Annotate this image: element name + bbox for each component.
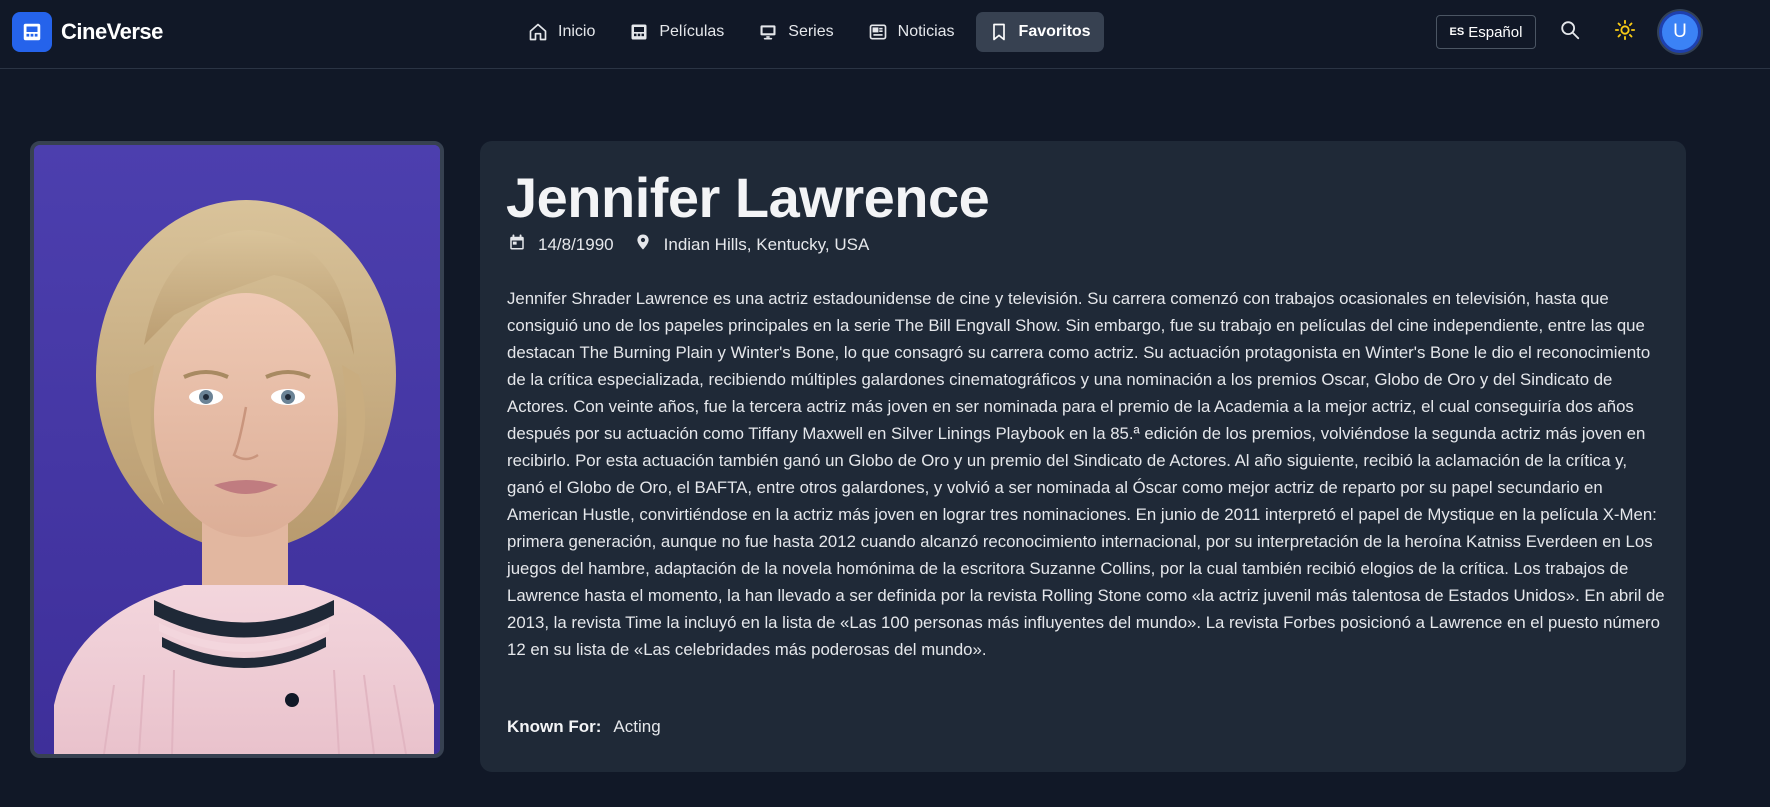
- person-details-card: Jennifer Lawrence 14/8/1990 Indian Hills…: [480, 141, 1686, 772]
- user-initial: U: [1673, 21, 1687, 42]
- known-for: Known For: Acting: [507, 717, 661, 737]
- birthday: 14/8/1990: [508, 233, 614, 256]
- sun-icon: [1614, 19, 1636, 46]
- language-selector[interactable]: ES Español: [1436, 15, 1536, 49]
- nav-item-favoritos[interactable]: Favoritos: [975, 12, 1104, 52]
- nav-item-label: Series: [788, 23, 834, 40]
- nav-item-label: Noticias: [897, 23, 955, 40]
- known-for-value: Acting: [613, 717, 661, 736]
- language-code: ES: [1449, 26, 1465, 38]
- home-icon: [528, 22, 548, 42]
- search-icon: [1559, 19, 1581, 46]
- user-avatar[interactable]: U: [1659, 11, 1701, 53]
- search-button[interactable]: [1556, 18, 1584, 46]
- person-meta: 14/8/1990 Indian Hills, Kentucky, USA: [508, 233, 889, 256]
- nav-item-label: Favoritos: [1018, 23, 1091, 40]
- newspaper-icon: [868, 22, 888, 42]
- film-logo-icon: [12, 12, 52, 52]
- top-navbar: CineVerse Inicio Películas Series Notici…: [0, 0, 1770, 69]
- bookmark-icon: [989, 22, 1009, 42]
- birthplace-text: Indian Hills, Kentucky, USA: [663, 234, 870, 254]
- main-nav: Inicio Películas Series Noticias Favorit…: [515, 12, 1104, 52]
- birthplace: Indian Hills, Kentucky, USA: [634, 233, 870, 256]
- portrait-image: [34, 145, 440, 754]
- biography: Jennifer Shrader Lawrence es una actriz …: [507, 289, 1665, 659]
- known-for-label: Known For:: [507, 717, 602, 736]
- birthday-text: 14/8/1990: [538, 234, 614, 254]
- person-name: Jennifer Lawrence: [506, 166, 990, 229]
- language-label: Español: [1468, 23, 1523, 41]
- location-pin-icon: [634, 233, 652, 256]
- nav-item-series[interactable]: Series: [745, 12, 846, 52]
- app-name: CineVerse: [61, 19, 163, 44]
- nav-item-peliculas[interactable]: Películas: [616, 12, 737, 52]
- calendar-icon: [508, 233, 526, 256]
- theme-toggle-button[interactable]: [1611, 18, 1639, 46]
- nav-item-label: Inicio: [558, 23, 596, 40]
- nav-item-noticias[interactable]: Noticias: [855, 12, 968, 52]
- brand-logo[interactable]: CineVerse: [12, 12, 163, 52]
- nav-item-inicio[interactable]: Inicio: [515, 12, 608, 52]
- film-icon: [629, 22, 649, 42]
- nav-item-label: Películas: [659, 23, 725, 40]
- tv-icon: [758, 22, 778, 42]
- profile-photo: [30, 141, 444, 758]
